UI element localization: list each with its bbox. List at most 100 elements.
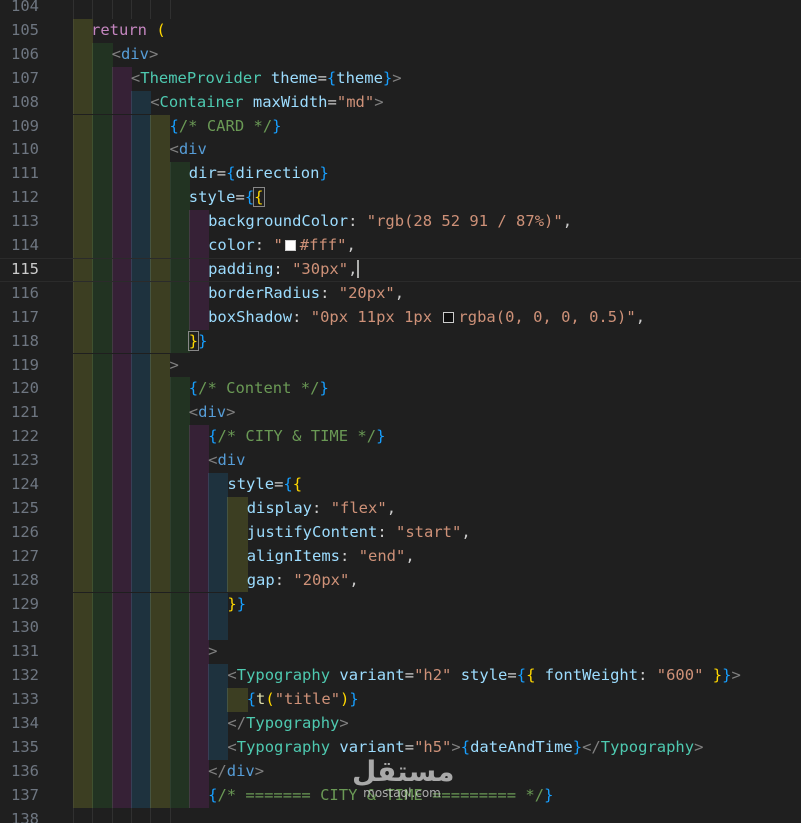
indent-guide [208,664,229,689]
indent-guide [73,425,94,450]
code-line-128[interactable]: 128 gap: "20px", [0,568,801,593]
code-line-105[interactable]: 105 return ( [0,18,801,43]
indent-guide [111,186,132,211]
code-token-text: : [254,236,274,254]
indent-guide [73,592,94,617]
code-line-136[interactable]: 136 </div> [0,759,801,784]
code-line-106[interactable]: 106 <div> [0,42,801,67]
indent-guide [73,473,94,497]
code-line-125[interactable]: 125 display: "flex", [0,496,801,521]
indent-guide [73,688,94,712]
code-token-text: , [562,212,573,231]
code-line-123[interactable]: 123 <div [0,449,801,473]
code-token-brace-gold: } [712,666,723,685]
indent-guide [150,425,171,450]
code-line-108[interactable]: 108 <Container maxWidth="md"> [0,90,801,115]
indent-guide [208,568,229,593]
code-token-bracket-tag: > [148,44,159,63]
indent-guide [130,568,152,593]
code-line-115[interactable]: 115 padding: "30px", [0,257,801,282]
code-line-135[interactable]: 135 <Typography variant="h5">{dateAndTime… [0,735,801,760]
code-line-131[interactable]: 131 > [0,640,801,665]
code-token-tag: Typography [236,666,331,685]
code-line-134[interactable]: 134 </Typography> [0,712,801,736]
code-token-brace-blue: } [236,594,247,613]
code-line-130[interactable]: 130 [0,616,801,641]
code-line-110[interactable]: 110 <div [0,138,801,163]
code-line-111[interactable]: 111 dir={direction} [0,162,801,187]
code-text: padding: "30px", [208,259,360,281]
code-token-function: t [256,690,266,709]
indent-guide [111,616,132,641]
indent-guide [130,234,152,258]
code-token-bracket-tag: < [169,140,179,159]
code-line-112[interactable]: 112 style={{ [0,186,801,211]
code-line-126[interactable]: 126 justifyContent: "start", [0,520,801,545]
indent-guide [150,544,171,569]
code-line-114[interactable]: 114 color: " #fff", [0,234,801,258]
indent-guide [92,759,113,784]
code-editor[interactable]: 104 105 return (106 <div> 107 <ThemeProvider … [0,0,801,823]
indent-guide [169,664,190,689]
indent-guide [150,210,171,234]
code-token-brace-blue: } [376,427,386,446]
indent-guide [188,735,210,760]
code-line-117[interactable]: 117 boxShadow: "0px 11px 1px rgba(0, 0, 0… [0,305,801,330]
code-line-118[interactable]: 118}} [0,329,801,354]
code-text: {/* CARD */} [170,115,282,139]
indent-guide [130,0,132,19]
indent-guide [169,496,190,521]
code-line-109[interactable]: 109 {/* CARD */} [0,114,801,139]
code-line-138[interactable]: 138 [0,807,801,823]
indent-guide [73,640,94,665]
code-line-113[interactable]: 113 backgroundColor: "rgb(28 52 91 / 87%)… [0,210,801,234]
code-line-129[interactable]: 129}} [0,592,801,617]
indent-guide [188,234,210,258]
indent-guide [169,401,190,426]
color-swatch-icon[interactable] [443,311,455,323]
code-text: }} [227,593,246,617]
code-line-137[interactable]: 137 {/* ======= CITY & TIME ========= */} [0,783,801,808]
code-line-121[interactable]: 121 <div> [0,401,801,426]
code-token-bracket-tag: < [111,44,121,63]
code-token-bracket-tag: > [392,68,402,87]
indent-guide [73,138,94,163]
code-token-brace-blue: { [283,475,293,493]
code-token-attribute: dateAndTime [470,737,573,756]
code-line-132[interactable]: 132 <Typography variant="h2" style={{ fon… [0,664,801,689]
code-token-brace-blue: } [544,785,554,804]
code-token-brace-blue: { [516,666,527,685]
line-number: 121 [11,403,39,422]
code-line-122[interactable]: 122 {/* CITY & TIME */} [0,425,801,450]
indent-guide [73,186,94,211]
code-line-120[interactable]: 120 {/* Content */} [0,377,801,402]
code-token-bracket-tag: </ [582,737,601,756]
code-line-133[interactable]: 133 {t("title")} [0,688,801,712]
code-token-text: , [635,307,646,326]
line-number: 127 [11,546,39,565]
code-line-119[interactable]: 119 > [0,353,801,378]
indent-guide [169,377,190,402]
code-line-116[interactable]: 116 borderRadius: "20px", [0,281,801,306]
indent-guide [130,425,152,450]
code-token-brace-gold: ( [147,20,166,39]
code-token-blue-tag: div [217,451,246,470]
color-swatch-icon[interactable] [284,240,296,251]
code-line-107[interactable]: 107 <ThemeProvider theme={theme}> [0,66,801,91]
code-token-text: , [394,283,405,302]
code-line-104[interactable]: 104 [0,0,801,19]
indent-guide [150,807,152,823]
indent-guide [111,496,132,521]
indent-guide [73,114,94,139]
code-line-127[interactable]: 127 alignItems: "end", [0,544,801,569]
code-token-bracket-tag: </ [227,714,247,732]
indent-guide [150,162,171,187]
code-token-string: "20px" [338,283,395,302]
indent-guide [227,496,248,521]
code-token-brace-blue: { [326,68,337,87]
code-token-keyword: return [91,20,147,39]
code-token-string: "flex" [330,498,387,517]
code-token-text: : [638,666,657,685]
indent-guide [169,712,190,736]
code-line-124[interactable]: 124 style={{ [0,473,801,497]
